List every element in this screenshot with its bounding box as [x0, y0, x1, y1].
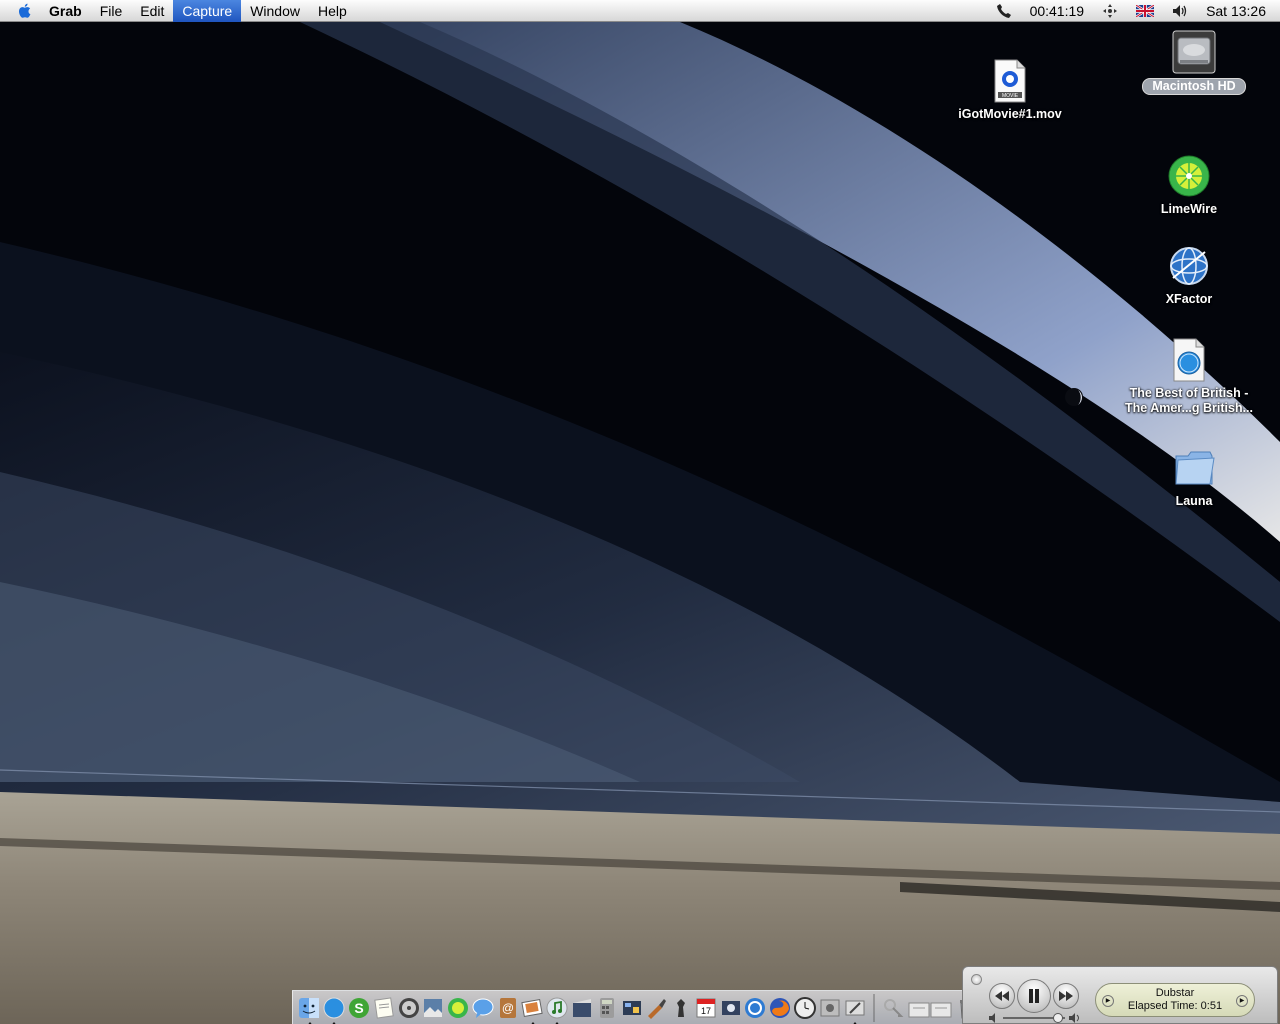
menu-clock[interactable]: Sat 13:26 — [1197, 0, 1280, 22]
preview-icon[interactable] — [421, 996, 445, 1020]
xfactor-label: XFactor — [1165, 292, 1213, 306]
window-close-button[interactable] — [971, 974, 982, 985]
menu-capture[interactable]: Capture — [173, 0, 242, 22]
menu-edit[interactable]: Edit — [131, 0, 173, 22]
macintosh-hd-label: Macintosh HD — [1142, 78, 1246, 95]
svg-text:17: 17 — [701, 1006, 711, 1016]
safari-webloc-icon — [1167, 338, 1211, 382]
system-prefs-icon[interactable] — [818, 996, 842, 1020]
quicktime-icon[interactable] — [719, 996, 743, 1020]
igotmovie-label: iGotMovie#1.mov — [958, 107, 1062, 121]
imovie-icon[interactable] — [570, 996, 594, 1020]
textedit-icon[interactable] — [372, 996, 396, 1020]
uk-flag-icon[interactable] — [1127, 0, 1163, 22]
itunes-icon[interactable] — [545, 996, 569, 1024]
menu-bar: Grab File Edit Capture Window Help 00:41… — [0, 0, 1280, 22]
calculator-icon[interactable] — [595, 996, 619, 1020]
lcd-play-icon[interactable]: ▶ — [1102, 995, 1114, 1007]
now-playing-display: Dubstar Elapsed Time: 0:51 ▶ ▶ — [1095, 983, 1255, 1017]
desktop-icon-limewire[interactable]: LimeWire — [1114, 154, 1264, 217]
pause-button[interactable] — [1017, 979, 1051, 1013]
address-book-icon[interactable]: @ — [496, 996, 520, 1020]
keychain-icon[interactable] — [881, 996, 905, 1020]
elapsed-time: Elapsed Time: 0:51 — [1127, 1000, 1223, 1012]
svg-text:@: @ — [502, 1001, 514, 1015]
xfactor-globe-icon — [1167, 244, 1211, 288]
desktop-icon-launa[interactable]: Launa — [1119, 446, 1269, 509]
saturn-rings-wallpaper — [0, 22, 1280, 1024]
lcd-toggle-icon[interactable]: ▶ — [1236, 995, 1248, 1007]
hard-disk-icon — [1172, 30, 1216, 74]
volume-low-icon — [989, 1013, 995, 1023]
skype-icon[interactable]: S — [347, 996, 371, 1020]
desktop-icon-igotmovie[interactable]: MOVIE iGotMovie#1.mov — [935, 59, 1085, 122]
app-menu-grab[interactable]: Grab — [40, 0, 91, 22]
grab-icon[interactable] — [843, 996, 867, 1024]
finder-icon[interactable] — [298, 996, 322, 1024]
limewire-dock-icon[interactable] — [446, 996, 470, 1020]
ical-icon[interactable]: 17 — [694, 996, 718, 1020]
volume-slider-knob[interactable] — [1053, 1013, 1063, 1023]
apple-icon[interactable] — [10, 0, 40, 22]
limewire-label: LimeWire — [1160, 202, 1218, 216]
safari-icon[interactable] — [322, 996, 346, 1024]
svg-text:S: S — [354, 1000, 363, 1016]
quicktime-movie-icon: MOVIE — [988, 59, 1032, 103]
desktop[interactable]: Macintosh HD MOVIE iGotMovie#1.mov LimeW… — [0, 22, 1280, 1024]
ichat-icon[interactable] — [471, 996, 495, 1020]
previous-track-button[interactable] — [989, 983, 1015, 1009]
folder-icon — [1172, 446, 1216, 490]
next-track-button[interactable] — [1053, 983, 1079, 1009]
dock-separator — [872, 993, 875, 1022]
launa-label: Launa — [1175, 494, 1213, 508]
menu-extras: 00:41:19 Sat 13:26 — [987, 0, 1280, 22]
phone-icon[interactable] — [987, 0, 1021, 22]
svg-text:MOVIE: MOVIE — [1002, 93, 1019, 99]
dashboard-icon[interactable] — [620, 996, 644, 1020]
chess-icon[interactable] — [669, 996, 693, 1020]
documents-icon[interactable] — [906, 996, 954, 1020]
dock: S @ 17 — [292, 990, 984, 1024]
clock-icon[interactable] — [793, 996, 817, 1020]
best-of-british-label-line2: The Amer...g British... — [1124, 401, 1254, 415]
garageband-icon[interactable] — [644, 996, 668, 1020]
volume-icon[interactable] — [1163, 0, 1197, 22]
firefox-icon[interactable] — [768, 996, 792, 1020]
menu-window[interactable]: Window — [241, 0, 309, 22]
spaces-icon[interactable] — [1093, 0, 1127, 22]
volume-slider[interactable] — [989, 1013, 1081, 1023]
desktop-icon-macintosh-hd[interactable]: Macintosh HD — [1119, 30, 1269, 95]
track-title: Dubstar — [1155, 987, 1195, 999]
menu-help[interactable]: Help — [309, 0, 356, 22]
dvd-player-icon[interactable] — [397, 996, 421, 1020]
iphoto-icon[interactable] — [521, 996, 545, 1024]
call-timer[interactable]: 00:41:19 — [1021, 0, 1094, 22]
menu-file[interactable]: File — [91, 0, 132, 22]
volume-high-icon — [1069, 1013, 1079, 1023]
desktop-icon-xfactor[interactable]: XFactor — [1114, 244, 1264, 307]
itunes-mini-player: Dubstar Elapsed Time: 0:51 ▶ ▶ — [962, 966, 1278, 1024]
best-of-british-label-line1: The Best of British - — [1129, 386, 1249, 400]
mail-icon[interactable] — [744, 996, 768, 1020]
limewire-icon — [1167, 154, 1211, 198]
desktop-icon-best-of-british[interactable]: The Best of British - The Amer...g Briti… — [1114, 338, 1264, 416]
